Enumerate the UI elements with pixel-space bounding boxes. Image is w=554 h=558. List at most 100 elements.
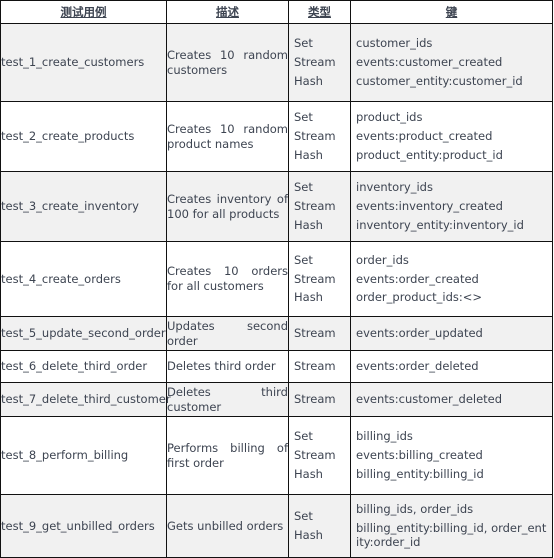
cell-test-case: test_6_delete_third_order [0, 350, 167, 383]
key-value: events:order_created [356, 271, 479, 286]
cell-key-group: events:customer_deleted [350, 382, 553, 417]
table-row: test_5_update_second_order Updates second… [0, 316, 553, 351]
cell-description: Creates inventory of 100 for all product… [166, 171, 289, 242]
type-value: Set [294, 36, 313, 51]
cell-description: Updates second order [166, 316, 289, 351]
type-value: Set [294, 180, 313, 195]
table-body: test_1_create_customers Creates 10 random… [0, 23, 553, 558]
table-row: test_3_create_inventory Creates inventory… [0, 171, 553, 242]
key-value: events:order_updated [356, 326, 483, 341]
key-value: billing_entity:billing_id, order_entity:… [356, 520, 547, 550]
key-value: inventory_entity:inventory_id [356, 217, 524, 232]
type-value: Hash [294, 528, 323, 542]
cell-description: Gets unbilled orders [166, 494, 289, 558]
type-value: Hash [294, 73, 323, 88]
key-value: customer_entity:customer_id [356, 73, 523, 88]
cell-type-group: Stream [288, 316, 351, 351]
column-header-test-case: 测试用例 [0, 0, 167, 24]
cell-test-case: test_7_delete_third_customer [0, 382, 171, 417]
key-value: events:customer_deleted [356, 392, 503, 407]
table-row: test_8_perform_billing Performs billing o… [0, 416, 553, 495]
key-value: events:order_deleted [356, 359, 479, 374]
key-value: order_ids [356, 252, 409, 267]
table-row: test_2_create_products Creates 10 random … [0, 101, 553, 172]
test-case-specification-table: 测试用例 描述 类型 键 test_1_create_customers Crea… [0, 0, 553, 558]
type-value: Stream [294, 326, 336, 341]
cell-test-case: test_9_get_unbilled_orders [0, 494, 167, 558]
type-value: Stream [294, 271, 336, 286]
key-value: order_product_ids:<> [356, 290, 483, 305]
cell-test-case: test_4_create_orders [0, 241, 167, 317]
key-value: billing_entity:billing_id [356, 466, 484, 481]
cell-description: Creates 10 random customers [166, 23, 289, 102]
type-value: Hash [294, 290, 323, 305]
description-text: Deletes third order [167, 359, 276, 374]
cell-type-group: Set Hash [288, 494, 351, 558]
cell-type-group: Set Stream Hash [288, 23, 351, 102]
cell-key-group: order_ids events:order_created order_produ… [350, 241, 553, 317]
type-value: Set [294, 509, 313, 524]
cell-type-group: Stream [288, 382, 351, 417]
type-value: Stream [294, 129, 336, 144]
key-value: customer_ids [356, 36, 433, 51]
key-value: product_ids [356, 110, 423, 125]
cell-key-group: inventory_ids events:inventory_createdinv… [350, 171, 553, 242]
column-header-key: 键 [350, 0, 553, 24]
cell-key-group: events:order_deleted [350, 350, 553, 383]
type-value: Hash [294, 147, 323, 162]
cell-type-group: Set Stream Hash [288, 241, 351, 317]
key-value: events:inventory_created [356, 199, 503, 214]
cell-key-group: billing_ids, order_ids billing_entity:bil… [350, 494, 553, 558]
column-header-description: 描述 [166, 0, 289, 24]
header-label-key: 键 [445, 4, 458, 19]
description-text: Updates second order [167, 318, 288, 348]
cell-type-group: Stream [288, 350, 351, 383]
cell-type-group: Set Stream Hash [288, 416, 351, 495]
table-row: test_6_delete_third_order Deletes third o… [0, 350, 553, 383]
key-value: product_entity:product_id [356, 147, 503, 162]
type-value: Hash [294, 466, 323, 481]
cell-test-case: test_5_update_second_order [0, 316, 167, 351]
key-value: events:customer_created [356, 55, 503, 70]
type-value: Set [294, 252, 313, 267]
description-text: Creates inventory of 100 for all product… [167, 191, 288, 221]
table-row: test_4_create_orders Creates 10 orders fo… [0, 241, 553, 317]
description-text: Deletes third customer [167, 384, 288, 414]
cell-description: Deletes third order [166, 350, 289, 383]
cell-test-case: test_1_create_customers [0, 23, 167, 102]
type-value: Set [294, 110, 313, 125]
type-value: Stream [294, 392, 336, 407]
description-text: Gets unbilled orders [167, 518, 284, 533]
header-label-test-case: 测试用例 [60, 4, 107, 19]
cell-test-case: test_3_create_inventory [0, 171, 167, 242]
cell-type-group: Set Stream Hash [288, 101, 351, 172]
cell-description: Creates 10 random product names [166, 101, 289, 172]
cell-test-case: test_8_perform_billing [0, 416, 167, 495]
description-text: Creates 10 random product names [167, 121, 288, 151]
type-value: Stream [294, 55, 336, 70]
table-row: test_7_delete_third_customer Deletes thir… [0, 382, 553, 417]
key-value: events:billing_created [356, 448, 483, 463]
cell-key-group: product_ids events:product_createdproduct… [350, 101, 553, 172]
key-value: events:product_created [356, 129, 493, 144]
table-row: test_1_create_customers Creates 10 random… [0, 23, 553, 102]
description-text: Creates 10 random customers [167, 47, 288, 77]
key-value: inventory_ids [356, 180, 433, 195]
header-row: 测试用例 描述 类型 键 [0, 0, 553, 24]
cell-description: Performs billing of first order [166, 416, 289, 495]
type-value: Set [294, 429, 313, 444]
key-value: billing_ids, order_ids [356, 501, 474, 516]
type-value: Stream [294, 359, 336, 374]
key-value: billing_ids [356, 429, 413, 444]
description-text: Creates 10 orders for all customers [167, 264, 288, 293]
cell-key-group: billing_ids events:billing_createdbilling… [350, 416, 553, 495]
cell-test-case: test_2_create_products [0, 101, 167, 172]
type-value: Stream [294, 448, 336, 463]
cell-description: Creates 10 orders for all customers [166, 241, 289, 317]
cell-type-group: Set Stream Hash [288, 171, 351, 242]
type-value: Stream [294, 199, 336, 214]
header-label-description: 描述 [216, 4, 239, 19]
cell-description: Deletes third customer [166, 382, 289, 417]
cell-key-group: customer_ids events:customer_createdcusto… [350, 23, 553, 102]
type-value: Hash [294, 217, 323, 232]
